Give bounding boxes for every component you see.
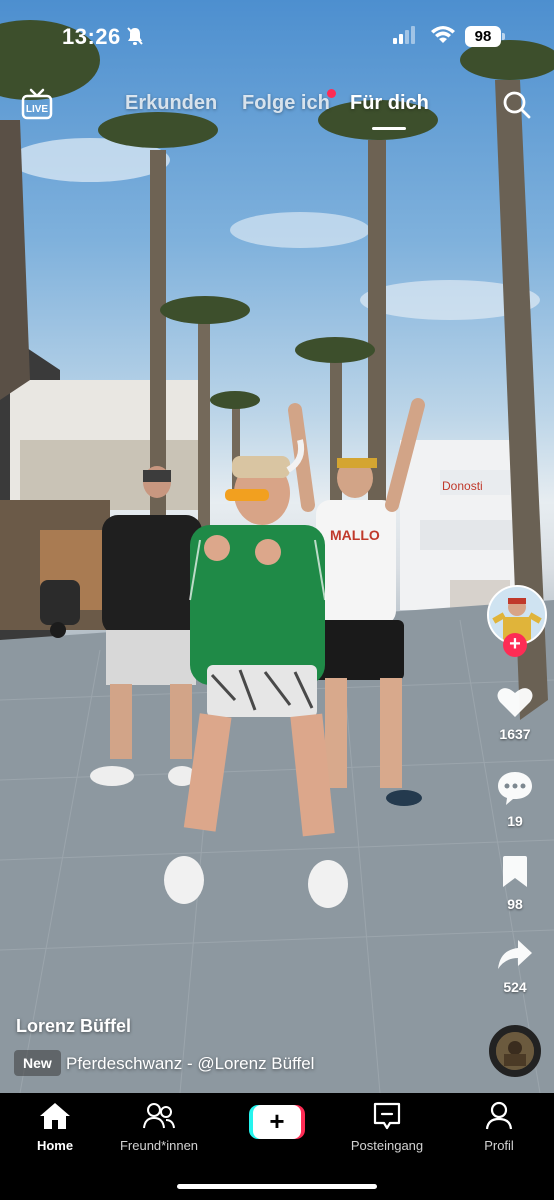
bookmark-icon <box>503 856 527 887</box>
share-button[interactable]: 524 <box>484 938 546 995</box>
battery-indicator: 98 <box>465 26 505 47</box>
nav-profile[interactable]: Profil <box>444 1101 554 1153</box>
like-count: 1637 <box>499 726 531 742</box>
svg-text:MALLO: MALLO <box>330 527 380 543</box>
inbox-icon <box>373 1102 401 1130</box>
tab-erkunden[interactable]: Erkunden <box>125 92 217 115</box>
save-button[interactable]: 98 <box>484 855 546 912</box>
plus-icon: + <box>253 1105 301 1139</box>
bottom-nav: Home Freund*innen + Posteingang Profil <box>0 1093 554 1200</box>
music-disc[interactable] <box>489 1025 541 1077</box>
signal-icon <box>393 26 417 49</box>
bell-muted-icon <box>126 26 144 51</box>
comment-button[interactable]: 19 <box>484 770 546 829</box>
like-button[interactable]: 1637 <box>484 685 546 742</box>
svg-text:Donosti: Donosti <box>442 479 483 493</box>
top-nav: LIVE Erkunden Folge ich Für dich <box>0 80 554 130</box>
svg-text:LIVE: LIVE <box>26 104 49 115</box>
home-icon <box>40 1103 70 1129</box>
music-title[interactable]: Pferdeschwanz - @Lorenz Büffel <box>66 1054 314 1074</box>
share-arrow-icon <box>498 940 532 969</box>
active-tab-indicator <box>372 127 406 130</box>
video-frame: Donosti MALLO <box>0 20 554 1093</box>
save-count: 98 <box>507 896 523 912</box>
heart-icon <box>497 688 533 717</box>
nav-friends[interactable]: Freund*innen <box>104 1101 214 1153</box>
new-badge: New <box>14 1050 61 1076</box>
search-icon[interactable] <box>502 90 532 125</box>
home-indicator <box>177 1184 377 1189</box>
nav-friends-label: Freund*innen <box>119 1138 199 1153</box>
live-tv-icon[interactable]: LIVE <box>20 87 54 121</box>
music-disc-cover <box>496 1032 534 1070</box>
tab-fuer-dich[interactable]: Für dich <box>350 92 429 115</box>
nav-home-label: Home <box>36 1138 74 1153</box>
wifi-icon <box>430 25 456 50</box>
tab-folge-ich[interactable]: Folge ich <box>242 92 330 115</box>
status-bar: 13:26 98 <box>0 0 554 70</box>
music-row[interactable]: New Pferdeschwanz - @Lorenz Büffel <box>14 1046 464 1082</box>
nav-inbox-label: Posteingang <box>350 1138 424 1153</box>
notification-dot <box>327 89 336 98</box>
create-button[interactable]: + <box>249 1105 305 1139</box>
clock: 13:26 <box>62 24 121 49</box>
nav-profile-label: Profil <box>484 1138 514 1153</box>
share-count: 524 <box>503 979 527 995</box>
nav-inbox[interactable]: Posteingang <box>332 1101 442 1153</box>
follow-plus-icon[interactable]: + <box>503 633 527 657</box>
comment-count: 19 <box>507 813 523 829</box>
comment-icon <box>498 772 532 805</box>
friends-icon <box>143 1103 175 1129</box>
profile-icon <box>485 1101 513 1130</box>
author-name[interactable]: Lorenz Büffel <box>16 1016 131 1037</box>
video-player[interactable]: Donosti MALLO <box>0 0 554 1093</box>
nav-home[interactable]: Home <box>0 1101 110 1153</box>
